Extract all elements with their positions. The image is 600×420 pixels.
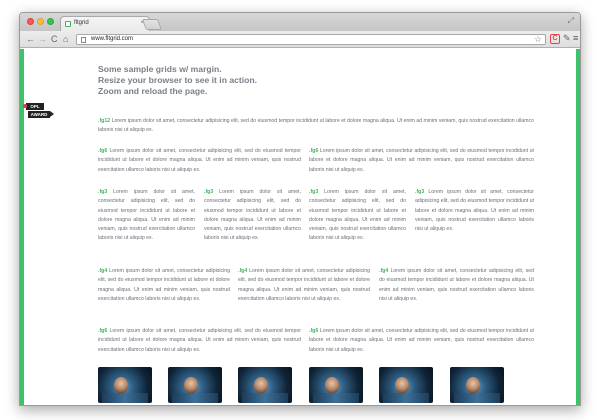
minimize-window-button[interactable] <box>37 18 44 25</box>
address-bar[interactable]: www.fltgrid.com ☆ <box>76 34 546 45</box>
grid-cell-fg6: .fg6 Lorem ipsum dolor sit amet, consect… <box>98 147 301 175</box>
photo-thumbnail[interactable] <box>98 367 152 403</box>
grid-class-label: .fg4 <box>98 268 108 274</box>
cell-text: Lorem ipsum dolor sit amet, consectetur … <box>98 148 301 173</box>
tab-title: fltgrid <box>74 20 89 26</box>
heading-line: Zoom and reload the page. <box>98 86 208 96</box>
back-icon[interactable]: ← <box>26 34 35 44</box>
heading-line: Some sample grids w/ margin. <box>98 64 222 74</box>
cell-text: Lorem ipsum dolor sit amet, consectetur … <box>204 189 301 242</box>
photo-thumbnail[interactable] <box>450 367 504 403</box>
cell-text: Lorem ipsum dolor sit amet, consectetur … <box>309 148 534 173</box>
web-page: OPL AWARD Some sample grids w/ margin. R… <box>20 49 580 405</box>
cell-text: Lorem ipsum dolor sit amet, consectetur … <box>379 268 534 302</box>
new-tab-button[interactable] <box>141 19 163 30</box>
grid-cell-fg6: .fg6 Lorem ipsum dolor sit amet, consect… <box>98 327 301 355</box>
grid-cell-fg4: .fg4 Lorem ipsum dolor sit amet, consect… <box>98 267 230 304</box>
grid-class-label: .fg4 <box>238 268 248 274</box>
grid-cell-fg4: .fg4 Lorem ipsum dolor sit amet, consect… <box>238 267 370 304</box>
heading-line: Resize your browser to see it in action. <box>98 75 258 85</box>
cell-text: Lorem ipsum dolor sit amet, consectetur … <box>98 268 230 302</box>
grid-class-label: .fg3 <box>415 189 425 195</box>
accent-border-right <box>576 49 580 405</box>
award-badge[interactable]: AWARD <box>28 111 54 118</box>
opl-badge[interactable]: OPL <box>23 103 44 110</box>
grid-class-label: .fg6 <box>309 328 319 334</box>
extension-icon[interactable]: C <box>550 34 560 44</box>
page-heading: Some sample grids w/ margin. Resize your… <box>98 64 398 97</box>
photo-thumbnail[interactable] <box>238 367 292 403</box>
menu-icon[interactable]: ≡ <box>573 33 578 43</box>
browser-toolbar: ← → C ⌂ www.fltgrid.com ☆ C ✎ ≡ <box>20 31 580 48</box>
close-window-button[interactable] <box>27 18 34 25</box>
grid-cell-fg3: .fg3 Lorem ipsum dolor sit amet, consect… <box>204 188 301 244</box>
reload-icon[interactable]: C <box>51 34 58 44</box>
photo-thumbnail[interactable] <box>309 367 363 403</box>
favicon-icon <box>65 21 71 27</box>
grid-class-label: .fg12 <box>98 118 111 124</box>
photo-thumbnail[interactable] <box>168 367 222 403</box>
accent-border-left <box>20 49 24 405</box>
grid-class-label: .fg6 <box>98 148 108 154</box>
grid-cell-fg3: .fg3 Lorem ipsum dolor sit amet, consect… <box>415 188 534 234</box>
forward-icon[interactable]: → <box>38 34 47 44</box>
fullscreen-icon[interactable]: ⤢ <box>568 16 574 26</box>
bookmark-star-icon[interactable]: ☆ <box>534 34 542 45</box>
wrench-icon[interactable]: ✎ <box>563 33 571 44</box>
grid-class-label: .fg6 <box>98 328 108 334</box>
tab-fltgrid[interactable]: fltgrid × <box>60 16 150 31</box>
cell-text: Lorem ipsum dolor sit amet, consectetur … <box>415 189 534 233</box>
grid-class-label: .fg3 <box>309 189 319 195</box>
grid-cell-fg4: .fg4 Lorem ipsum dolor sit amet, consect… <box>379 267 534 304</box>
grid-class-label: .fg3 <box>204 189 214 195</box>
cell-text: Lorem ipsum dolor sit amet, consectetur … <box>238 268 370 302</box>
address-url: www.fltgrid.com <box>91 36 134 42</box>
cell-text: Lorem ipsum dolor sit amet, consectetur … <box>98 189 195 242</box>
browser-window: fltgrid × ⤢ ← → C ⌂ www.fltgrid.com ☆ C … <box>19 12 581 406</box>
grid-cell-fg3: .fg3 Lorem ipsum dolor sit amet, consect… <box>98 188 195 244</box>
grid-class-label: .fg4 <box>379 268 389 274</box>
cell-text: Lorem ipsum dolor sit amet, consectetur … <box>309 328 534 353</box>
zoom-window-button[interactable] <box>47 18 54 25</box>
cell-text: Lorem ipsum dolor sit amet, consectetur … <box>98 118 534 134</box>
tab-strip: fltgrid × ⤢ <box>20 13 580 31</box>
grid-class-label: .fg6 <box>309 148 319 154</box>
grid-cell-fg12: .fg12 Lorem ipsum dolor sit amet, consec… <box>98 117 534 136</box>
cell-text: Lorem ipsum dolor sit amet, consectetur … <box>309 189 406 242</box>
grid-cell-fg3: .fg3 Lorem ipsum dolor sit amet, consect… <box>309 188 406 244</box>
grid-class-label: .fg3 <box>98 189 108 195</box>
grid-cell-fg6: .fg6 Lorem ipsum dolor sit amet, consect… <box>309 327 534 355</box>
grid-cell-fg6: .fg6 Lorem ipsum dolor sit amet, consect… <box>309 147 534 175</box>
cell-text: Lorem ipsum dolor sit amet, consectetur … <box>98 328 301 353</box>
home-icon[interactable]: ⌂ <box>63 34 68 44</box>
page-icon <box>81 37 86 43</box>
photo-thumbnail[interactable] <box>379 367 433 403</box>
